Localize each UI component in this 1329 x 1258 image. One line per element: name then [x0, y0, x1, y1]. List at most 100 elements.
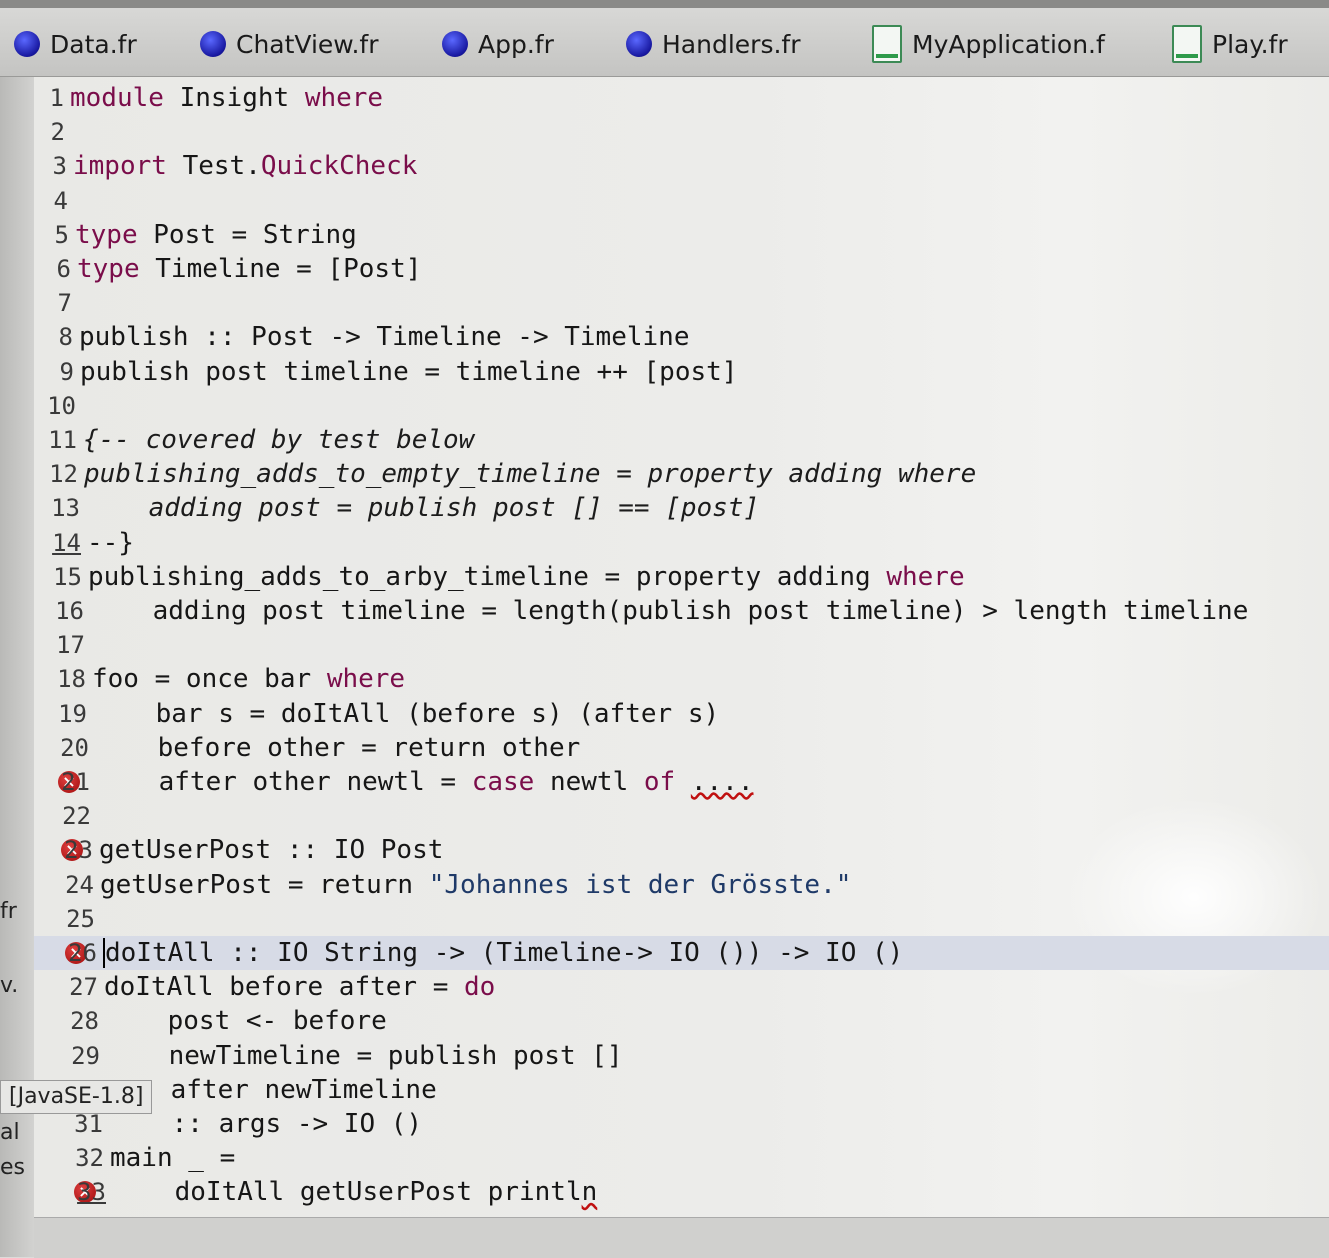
- line-number: 24: [65, 870, 94, 899]
- tab-myapplication-f[interactable]: MyApplication.f: [872, 25, 1105, 63]
- line-number: 17: [56, 631, 85, 660]
- code-line[interactable]: 27 doItAll before after = do: [34, 970, 1329, 1004]
- code-line[interactable]: 13 adding post = publish post [] == [pos…: [34, 491, 1329, 525]
- code-text: --}: [87, 526, 134, 560]
- line-number: 6: [56, 255, 71, 283]
- frege-dot-icon: [200, 31, 226, 57]
- code-line[interactable]: 29 newTimeline = publish post []: [34, 1039, 1329, 1073]
- line-number: 26: [68, 939, 97, 967]
- code-editor[interactable]: 1 module Insight where 2 3 import Test.Quick…: [34, 77, 1329, 1217]
- code-text: getUserPost :: IO Post: [99, 833, 443, 867]
- code-token: Timeline = [Post]: [139, 254, 422, 284]
- code-token: adding post = publish post [] == [post]: [86, 493, 760, 524]
- code-line[interactable]: 15 publishing_adds_to_arby_timeline = pro…: [34, 560, 1329, 594]
- code-token: QuickCheck: [260, 151, 418, 182]
- code-line[interactable]: 7: [34, 286, 1329, 320]
- code-token: publish :: Post -> Timeline -> Timeline: [79, 322, 690, 353]
- code-line[interactable]: 3 import Test.QuickCheck: [34, 149, 1329, 183]
- code-line[interactable]: 24 getUserPost = return "Johannes ist der…: [34, 868, 1329, 902]
- frege-dot-icon: [442, 31, 468, 57]
- code-token: import: [73, 151, 167, 182]
- code-token: foo = once bar: [92, 664, 327, 695]
- tab-data-fr[interactable]: Data.fr: [14, 28, 137, 60]
- code-line[interactable]: 12 publishing_adds_to_empty_timeline = pr…: [34, 457, 1329, 491]
- side-label-v: v.: [0, 973, 19, 998]
- code-token: n: [581, 1177, 598, 1208]
- code-token: do: [464, 972, 496, 1003]
- code-line[interactable]: 22: [34, 799, 1329, 833]
- code-line[interactable]: 11 {-- covered by test below: [34, 423, 1329, 457]
- code-text: doItAll :: IO String -> (Timeline-> IO (…: [103, 936, 903, 970]
- code-token: publishing_adds_to_empty_timeline = prop…: [84, 459, 977, 490]
- line-number: 7: [57, 289, 72, 318]
- code-token: newTimeline = publish post []: [106, 1040, 623, 1071]
- code-line[interactable]: 14 --}: [34, 526, 1329, 560]
- tab-chatview-fr[interactable]: ChatView.fr: [200, 28, 378, 60]
- window-top-edge: [0, 0, 1329, 8]
- code-line[interactable]: 9 publish post timeline = timeline ++ [po…: [34, 355, 1329, 389]
- code-token: module: [70, 83, 164, 113]
- line-number: 18: [57, 665, 86, 694]
- code-text: type Timeline = [Post]: [77, 252, 421, 286]
- tab-play-fr[interactable]: Play.fr: [1172, 25, 1288, 63]
- code-line[interactable]: 20 before other = return other: [34, 731, 1329, 765]
- frege-dot-icon: [14, 31, 40, 57]
- code-line[interactable]: 10: [34, 389, 1329, 423]
- code-token: after newTimeline: [108, 1074, 437, 1105]
- code-line[interactable]: 4: [34, 184, 1329, 218]
- code-text: import Test.QuickCheck: [73, 149, 417, 183]
- code-token: of: [643, 767, 676, 797]
- editor-bottom-bar: [34, 1217, 1329, 1258]
- code-line[interactable]: 28 post <- before: [34, 1004, 1329, 1038]
- java-file-icon: [872, 25, 902, 63]
- code-token: Post = String: [137, 219, 357, 250]
- code-text: post <- before: [105, 1004, 387, 1038]
- code-token: post <- before: [105, 1006, 387, 1037]
- code-token: :: args -> IO (): [109, 1109, 423, 1139]
- code-line[interactable]: 18 foo = once bar where: [34, 662, 1329, 696]
- code-token: case: [471, 767, 535, 797]
- code-token: Test.: [166, 151, 261, 182]
- code-line[interactable]: 6 type Timeline = [Post]: [34, 252, 1329, 286]
- code-line[interactable]: 2: [34, 115, 1329, 149]
- code-line[interactable]: × 23 getUserPost :: IO Post: [34, 833, 1329, 867]
- tab-label: Data.fr: [50, 29, 137, 59]
- code-line[interactable]: 8 publish :: Post -> Timeline -> Timeline: [34, 320, 1329, 354]
- tab-label: Handlers.fr: [662, 29, 801, 59]
- code-line[interactable]: 1 module Insight where: [34, 81, 1329, 115]
- code-line[interactable]: 19 bar s = doItAll (before s) (after s): [34, 697, 1329, 731]
- java-file-icon: [1172, 25, 1202, 63]
- code-line[interactable]: 25: [34, 902, 1329, 936]
- line-number: 3: [52, 152, 67, 181]
- line-number: 9: [59, 357, 74, 386]
- code-token: doItAll :: IO String -> (Timeline-> IO (…: [105, 938, 904, 968]
- code-text: publishing_adds_to_arby_timeline = prope…: [88, 560, 965, 594]
- line-number: 28: [70, 1007, 99, 1036]
- code-line[interactable]: 5 type Post = String: [34, 218, 1329, 252]
- code-token: type: [75, 219, 138, 250]
- code-line[interactable]: × 26 doItAll :: IO String -> (Timeline-> I…: [34, 936, 1329, 970]
- code-line[interactable]: × 33 doItAll getUserPost println: [34, 1175, 1329, 1209]
- line-number: 14: [52, 528, 81, 557]
- line-number: 11: [48, 426, 77, 454]
- code-text: :: args -> IO (): [109, 1107, 422, 1141]
- code-line[interactable]: 30 after newTimeline: [34, 1073, 1329, 1107]
- code-text: foo = once bar where: [92, 662, 405, 696]
- code-text: after other newtl = case newtl of ....: [96, 765, 754, 799]
- code-token: ....: [690, 767, 754, 797]
- code-line[interactable]: 31 :: args -> IO (): [34, 1107, 1329, 1141]
- code-text: doItAll getUserPost println: [112, 1175, 598, 1209]
- code-line[interactable]: 17: [34, 628, 1329, 662]
- line-number: 33: [77, 1178, 106, 1207]
- tab-handlers-fr[interactable]: Handlers.fr: [626, 28, 801, 60]
- code-line[interactable]: 16 adding post timeline = length(publish…: [34, 594, 1329, 628]
- line-number: 21: [61, 768, 90, 796]
- code-line[interactable]: × 21 after other newtl = case newtl of ..…: [34, 765, 1329, 799]
- line-number: 12: [49, 460, 78, 489]
- code-text: {-- covered by test below: [83, 423, 474, 457]
- tab-app-fr[interactable]: App.fr: [442, 28, 554, 60]
- code-token: where: [326, 664, 406, 695]
- code-text: adding post timeline = length(publish po…: [90, 594, 1249, 628]
- code-line[interactable]: 32 main _ =: [34, 1141, 1329, 1175]
